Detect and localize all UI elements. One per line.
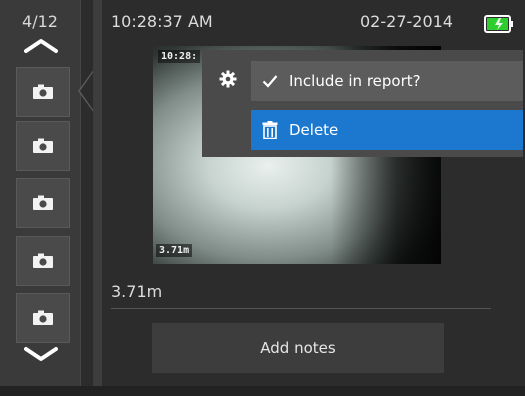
clock-date: 02-27-2014 (360, 12, 453, 31)
add-notes-button[interactable]: Add notes (152, 323, 444, 373)
thumbnail-item[interactable] (16, 67, 70, 117)
photo-overlay-distance: 3.71m (156, 244, 193, 257)
sidebar-rail (93, 0, 102, 396)
checkmark-icon (251, 74, 289, 88)
trash-icon (251, 121, 289, 139)
include-in-report-item[interactable]: Include in report? (251, 61, 523, 101)
delete-label: Delete (289, 121, 339, 139)
delete-item[interactable]: Delete (251, 110, 523, 150)
gear-icon[interactable] (219, 70, 237, 88)
photo-overlay-time: 10:28: (158, 50, 201, 63)
camera-icon (33, 195, 53, 210)
add-notes-label: Add notes (260, 339, 336, 357)
bottom-bar (0, 386, 525, 396)
divider (111, 308, 491, 309)
chevron-up-icon[interactable] (24, 36, 58, 54)
chevron-down-icon[interactable] (24, 345, 58, 363)
distance-reading: 3.71m (111, 282, 163, 301)
selection-indicator-inner (80, 71, 94, 111)
thumbnail-item[interactable] (16, 178, 70, 228)
camera-icon (33, 138, 53, 153)
camera-icon (33, 253, 53, 268)
clock-time: 10:28:37 AM (111, 12, 213, 31)
include-in-report-label: Include in report? (289, 72, 421, 90)
thumbnail-item[interactable] (16, 293, 70, 343)
thumbnail-item[interactable] (16, 121, 70, 171)
battery-charging-icon (484, 15, 513, 33)
thumbnail-sidebar: 4/12 (0, 0, 81, 396)
thumbnail-item[interactable] (16, 236, 70, 286)
camera-icon (33, 310, 53, 325)
camera-icon (33, 84, 53, 99)
image-counter: 4/12 (22, 12, 58, 31)
